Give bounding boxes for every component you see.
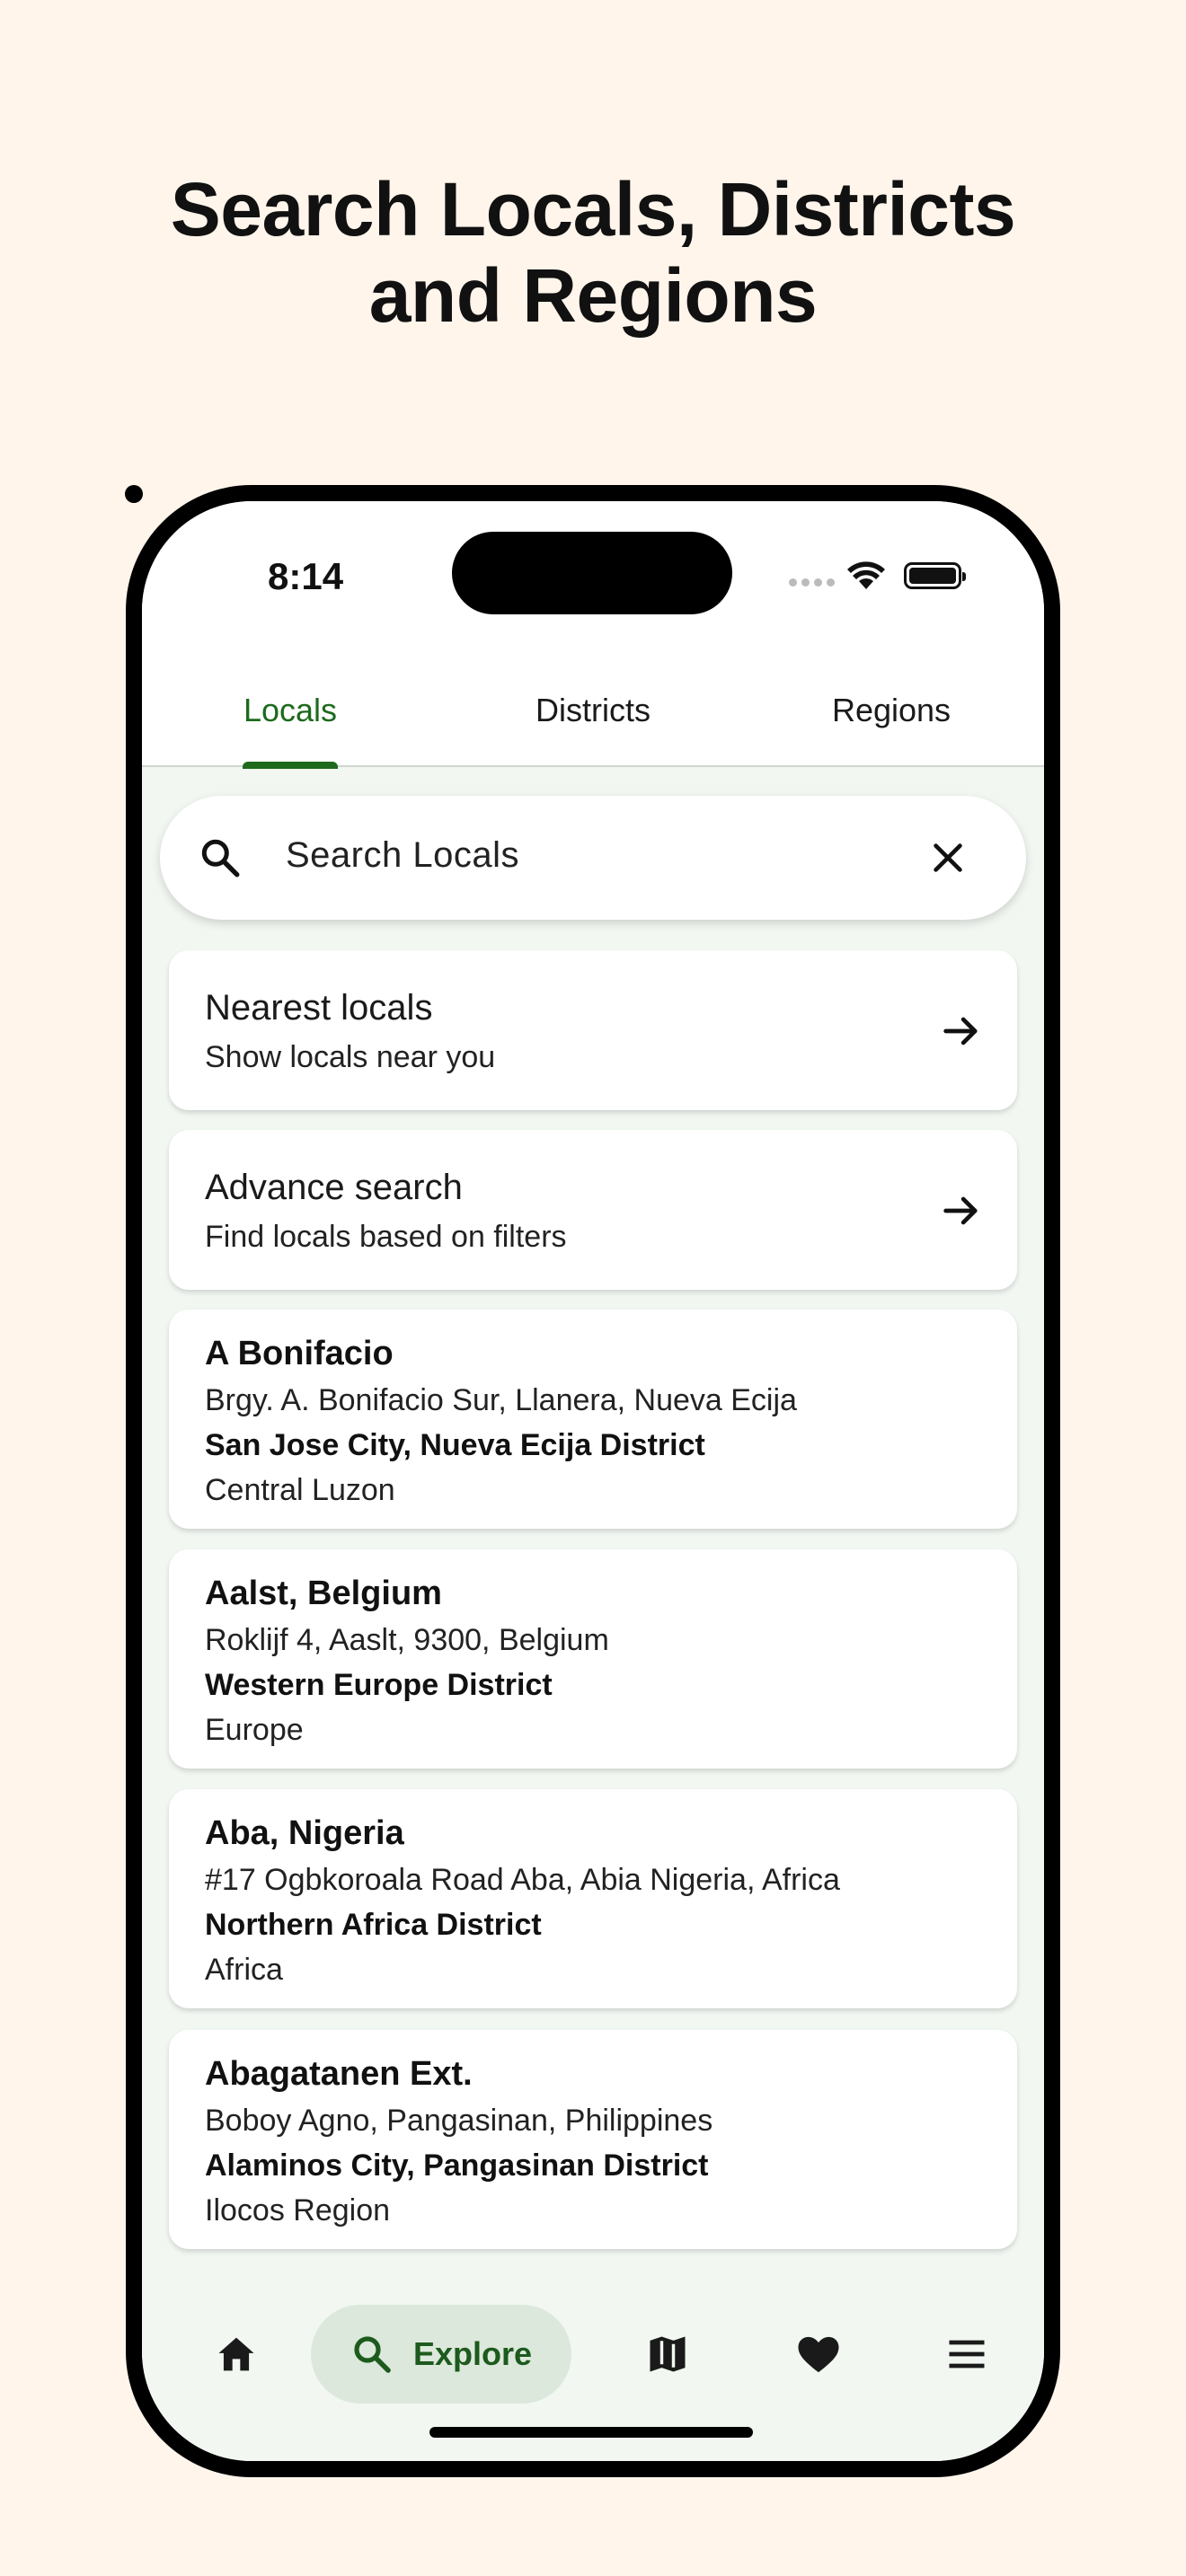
search-input[interactable]: Search Locals (286, 835, 519, 876)
headline-line-2: and Regions (368, 253, 818, 338)
tab-bar: Locals Districts Regions (142, 654, 1044, 769)
menu-icon (949, 2340, 985, 2369)
local-name: Aba, Nigeria (205, 1814, 404, 1852)
home-icon (218, 2337, 254, 2371)
search-icon (201, 839, 240, 878)
battery-icon (904, 562, 966, 589)
local-region: Africa (205, 1953, 283, 1987)
local-address: Brgy. A. Bonifacio Sur, Llanera, Nueva E… (205, 1383, 797, 1417)
arrow-right-icon (943, 1196, 978, 1225)
nearest-locals-card[interactable]: Nearest locals Show locals near you (169, 950, 1017, 1110)
local-region: Ilocos Region (205, 2193, 391, 2228)
nav-favorites[interactable] (769, 2305, 868, 2404)
phone-screen: 8:14 Locals Districts Regions Search Loc… (142, 501, 1044, 2461)
arrow-right-icon (943, 1017, 978, 1045)
dynamic-island (452, 532, 732, 614)
local-address: Boboy Agno, Pangasinan, Philippines (205, 2104, 713, 2138)
map-icon (650, 2336, 686, 2372)
status-bar: 8:14 (142, 501, 1044, 654)
search-icon (354, 2336, 391, 2373)
nav-menu[interactable] (917, 2305, 1016, 2404)
nav-explore-label: Explore (412, 2335, 533, 2372)
local-district: Alaminos City, Pangasinan District (205, 2148, 709, 2183)
camera-dot (125, 485, 143, 503)
local-district: Northern Africa District (205, 1908, 542, 1942)
card-title: Nearest locals (205, 988, 433, 1028)
tab-locals[interactable]: Locals (243, 654, 338, 769)
local-address: Roklijf 4, Aaslt, 9300, Belgium (205, 1623, 609, 1657)
local-name: A Bonifacio (205, 1335, 394, 1372)
local-list-item[interactable]: Abagatanen Ext. Boboy Agno, Pangasinan, … (169, 2030, 1017, 2249)
nav-map[interactable] (618, 2305, 717, 2404)
headline: Search Locals, Districts and Regions (0, 166, 1186, 339)
local-district: Western Europe District (205, 1668, 553, 1702)
nav-home[interactable] (187, 2305, 286, 2404)
local-name: Aalst, Belgium (205, 1575, 442, 1612)
local-name: Abagatanen Ext. (205, 2055, 473, 2093)
tab-regions[interactable]: Regions (818, 654, 965, 767)
local-list-item[interactable]: Aalst, Belgium Roklijf 4, Aaslt, 9300, B… (169, 1549, 1017, 1769)
status-time: 8:14 (268, 555, 344, 597)
card-title: Advance search (205, 1168, 463, 1207)
local-district: San Jose City, Nueva Ecija District (205, 1428, 705, 1462)
local-list-item[interactable]: A Bonifacio Brgy. A. Bonifacio Sur, Llan… (169, 1310, 1017, 1529)
heart-icon (798, 2336, 839, 2373)
search-bar[interactable]: Search Locals (160, 796, 1026, 920)
home-indicator[interactable] (429, 2427, 753, 2438)
advance-search-card[interactable]: Advance search Find locals based on filt… (169, 1130, 1017, 1290)
phone-frame: 8:14 Locals Districts Regions Search Loc… (126, 485, 1060, 2477)
local-region: Central Luzon (205, 1473, 395, 1507)
close-icon[interactable] (927, 837, 969, 878)
cellular-signal-icon (789, 578, 835, 587)
local-region: Europe (205, 1713, 304, 1747)
local-address: #17 Ogbkoroala Road Aba, Abia Nigeria, A… (205, 1863, 840, 1897)
card-subtitle: Show locals near you (205, 1040, 496, 1074)
headline-line-1: Search Locals, Districts (170, 167, 1016, 251)
nav-explore[interactable]: Explore (311, 2305, 571, 2404)
card-subtitle: Find locals based on filters (205, 1220, 567, 1254)
local-list-item[interactable]: Aba, Nigeria #17 Ogbkoroala Road Aba, Ab… (169, 1789, 1017, 2008)
wifi-icon (847, 561, 885, 589)
tab-districts[interactable]: Districts (519, 654, 667, 767)
